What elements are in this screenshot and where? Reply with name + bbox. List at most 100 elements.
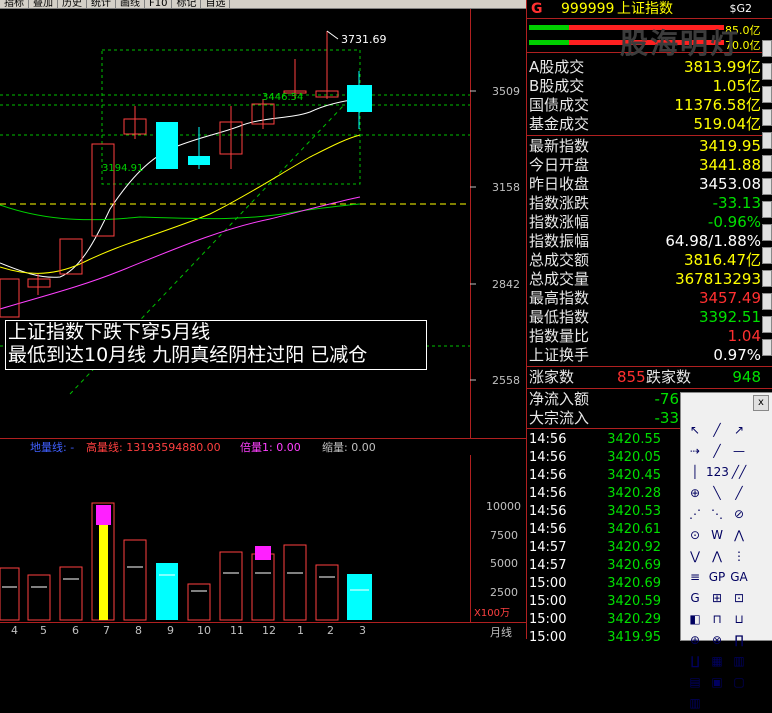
vol-unit: X100万 bbox=[474, 608, 510, 619]
toolbar-watchlist[interactable]: 自选 bbox=[201, 0, 231, 8]
drawing-tool-icon[interactable]: ╲ bbox=[706, 484, 728, 503]
edge-tab[interactable] bbox=[762, 201, 772, 218]
drawing-tool-icon[interactable]: ⊡ bbox=[728, 589, 750, 608]
drawing-tool-icon[interactable]: ⊗ bbox=[706, 631, 728, 650]
edge-tab[interactable] bbox=[762, 224, 772, 241]
drawing-toolbox[interactable]: x ↖ ╱ ↗⇢ ╱ —│ 123 ╱╱⊕ ╲ ╱⋰ ⋱ ⊘⊙ W ⋀⋁ ⋀ ⋮≡ GP GAG ⊞ ⊡◧ ⊓ ⊔⊕ ⊗ ∏… bbox=[680, 392, 772, 710]
drawing-tool-icon[interactable]: ╱╱ bbox=[728, 463, 750, 482]
stat-row: 指数振幅 64.98/1.88% bbox=[529, 232, 761, 250]
drawing-tool-icon[interactable]: ╱ bbox=[728, 484, 750, 503]
drawing-tool-icon[interactable]: — bbox=[728, 442, 750, 461]
toolbar-f10[interactable]: F10 bbox=[145, 0, 173, 8]
drawing-tool-icon[interactable]: ◧ bbox=[684, 610, 706, 629]
x-label: 6 bbox=[72, 624, 79, 637]
toolbar-mark[interactable]: 标记 bbox=[172, 0, 202, 8]
x-label: 1 bbox=[297, 624, 304, 637]
close-icon[interactable]: x bbox=[753, 395, 769, 411]
edge-tab[interactable] bbox=[762, 339, 772, 356]
drawing-tool-icon[interactable]: ▥ bbox=[684, 694, 706, 713]
edge-tab[interactable] bbox=[762, 63, 772, 80]
annotation-box[interactable]: 上证指数下跌下穿5月线 最低到达10月线 九阴真经阴柱过阳 已减仓 bbox=[5, 320, 427, 370]
stat-row: 总成交量 367813293 bbox=[529, 270, 761, 288]
drawing-tool-icon[interactable]: ⊕ bbox=[684, 484, 706, 503]
drawing-tool-icon[interactable]: ⊞ bbox=[706, 589, 728, 608]
drawing-tool-icon[interactable]: ▢ bbox=[728, 673, 750, 692]
toolbar-indicator[interactable]: 指标 bbox=[0, 0, 29, 8]
turnover-bond: 国债成交 11376.58亿 bbox=[529, 96, 761, 114]
drawing-tool-icon[interactable]: ⋱ bbox=[706, 505, 728, 524]
candle-12 bbox=[347, 85, 372, 112]
edge-tab[interactable] bbox=[762, 155, 772, 172]
low-label: 3194.91 bbox=[102, 163, 143, 174]
drawing-tool-icon[interactable]: ▥ bbox=[728, 652, 750, 671]
tick-row: 14:57 3420.92 bbox=[529, 540, 661, 555]
drawing-tool-icon[interactable]: ⋀ bbox=[706, 547, 728, 566]
edge-tab[interactable] bbox=[762, 316, 772, 333]
turnover-b: B股成交 1.05亿 bbox=[529, 77, 761, 95]
tick-row: 14:56 3420.28 bbox=[529, 486, 661, 501]
drawing-tool-icon[interactable]: ⇢ bbox=[684, 442, 706, 461]
drawing-tool-icon[interactable]: 123 bbox=[706, 463, 729, 482]
drawing-tool-icon[interactable]: ⋀ bbox=[728, 526, 750, 545]
drawing-tool-icon[interactable]: │ bbox=[684, 463, 706, 482]
toolbar-overlay[interactable]: 叠加 bbox=[29, 0, 58, 8]
edge-tab[interactable] bbox=[762, 270, 772, 287]
vol-label-5000: 5000 bbox=[490, 557, 518, 570]
x-label: 2 bbox=[327, 624, 334, 637]
stat-row: 最高指数 3457.49 bbox=[529, 289, 761, 307]
drawing-tool-icon[interactable]: ⋰ bbox=[684, 505, 706, 524]
title-prefix: G bbox=[531, 1, 543, 17]
ma-white bbox=[0, 98, 361, 278]
vol-label-7500: 7500 bbox=[490, 529, 518, 542]
edge-tab[interactable] bbox=[762, 109, 772, 126]
title-code: 999999 bbox=[561, 1, 615, 17]
edge-tab[interactable] bbox=[762, 178, 772, 195]
drawing-tool-icon[interactable]: ⋁ bbox=[684, 547, 706, 566]
edge-tab[interactable] bbox=[762, 40, 772, 57]
x-label: 11 bbox=[230, 624, 244, 637]
drawing-tool-icon[interactable]: ⊔ bbox=[728, 610, 750, 629]
stat-row: 上证换手 0.97% bbox=[529, 346, 761, 364]
price-label-2558: 2558 bbox=[492, 374, 520, 387]
drawing-tool-icon[interactable]: G bbox=[684, 589, 706, 608]
drawing-tool-icon[interactable]: ↗ bbox=[728, 421, 750, 440]
drawing-tool-icon[interactable]: ∐ bbox=[684, 652, 706, 671]
drawing-tool-icon[interactable]: GA bbox=[728, 568, 750, 587]
drawing-tool-icon[interactable]: ≡ bbox=[684, 568, 706, 587]
tick-row: 15:00 3420.29 bbox=[529, 612, 661, 627]
drawing-tool-icon[interactable]: ⊘ bbox=[728, 505, 750, 524]
drawing-tool-icon[interactable]: GP bbox=[706, 568, 728, 587]
edge-tab[interactable] bbox=[762, 86, 772, 103]
drawing-tool-icon[interactable]: ⊕ bbox=[684, 631, 706, 650]
drawing-tool-icon[interactable]: ▣ bbox=[706, 673, 728, 692]
drawing-tool-icon[interactable]: ⊙ bbox=[684, 526, 706, 545]
drawing-tool-icon[interactable]: ╱ bbox=[706, 442, 728, 461]
drawing-tool-icon[interactable]: ⋮ bbox=[728, 547, 750, 566]
drawing-tool-icon[interactable]: ⊓ bbox=[706, 610, 728, 629]
stat-row: 指数涨跌 -33.13 bbox=[529, 194, 761, 212]
edge-tab[interactable] bbox=[762, 132, 772, 149]
period-label[interactable]: 月线 bbox=[490, 624, 512, 640]
annotation-line-1: 上证指数下跌下穿5月线 bbox=[8, 321, 211, 343]
toolbar-stats[interactable]: 统计 bbox=[87, 0, 116, 8]
toolbar-history[interactable]: 历史 bbox=[58, 0, 87, 8]
drawing-tool-icon[interactable]: ▦ bbox=[706, 652, 728, 671]
drawing-tool-icon[interactable]: ↖ bbox=[684, 421, 706, 440]
kline-chart[interactable]: 3731.69 3446.54 3194.91 3509 3158 2842 2… bbox=[0, 9, 526, 439]
drawing-tool-icon[interactable]: ▤ bbox=[684, 673, 706, 692]
edge-tab[interactable] bbox=[762, 293, 772, 310]
stat-row: 指数量比 1.04 bbox=[529, 327, 761, 345]
gl-label: 高量线: 13193594880.00 bbox=[86, 441, 221, 454]
edge-tab[interactable] bbox=[762, 247, 772, 264]
chart-area[interactable]: 指标 叠加 历史 统计 画线 F10 标记 自选 3731.69 3446.54… bbox=[0, 0, 526, 639]
net-inflow: 净流入额 -76 bbox=[529, 390, 679, 408]
drawing-tool-icon[interactable]: W bbox=[706, 526, 728, 545]
toolbar-drawline[interactable]: 画线 bbox=[116, 0, 145, 8]
x-label: 4 bbox=[11, 624, 18, 637]
drawing-tool-icon[interactable]: ╱ bbox=[706, 421, 728, 440]
watermark-text: 股海明灯 bbox=[620, 27, 741, 60]
stat-row: 昨日收盘 3453.08 bbox=[529, 175, 761, 193]
volume-chart[interactable]: 10000 7500 5000 2500 X100万 bbox=[0, 455, 526, 622]
tick-row: 15:00 3420.59 bbox=[529, 594, 661, 609]
drawing-tool-icon[interactable]: ∏ bbox=[728, 631, 750, 650]
